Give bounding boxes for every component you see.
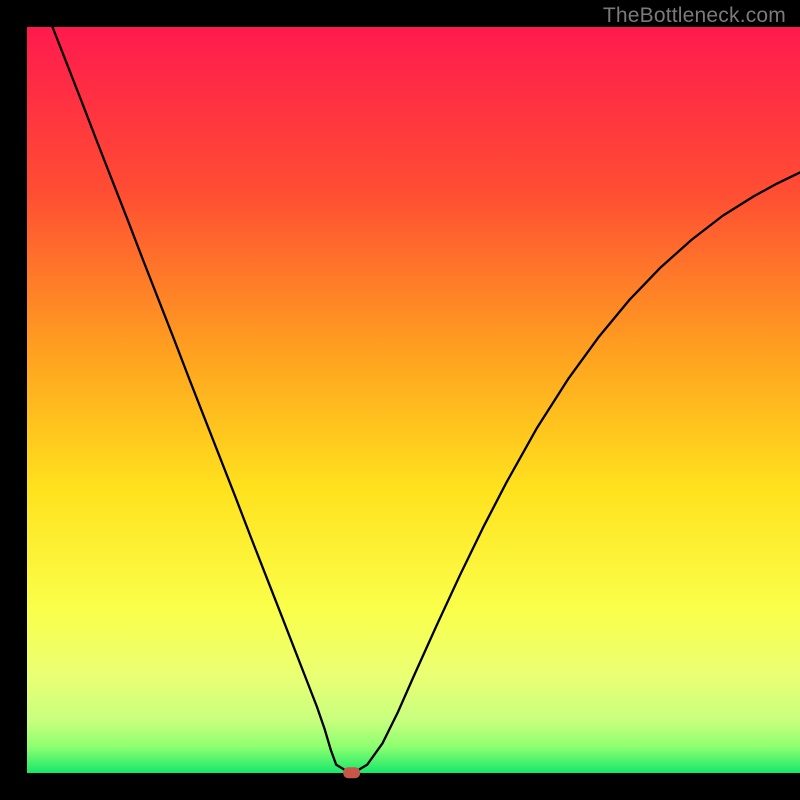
minimum-marker (343, 767, 360, 778)
chart-container: { "watermark": "TheBottleneck.com", "cha… (0, 0, 800, 800)
watermark-label: TheBottleneck.com (603, 4, 786, 28)
plot-svg (0, 0, 800, 800)
plot-background (27, 27, 800, 773)
